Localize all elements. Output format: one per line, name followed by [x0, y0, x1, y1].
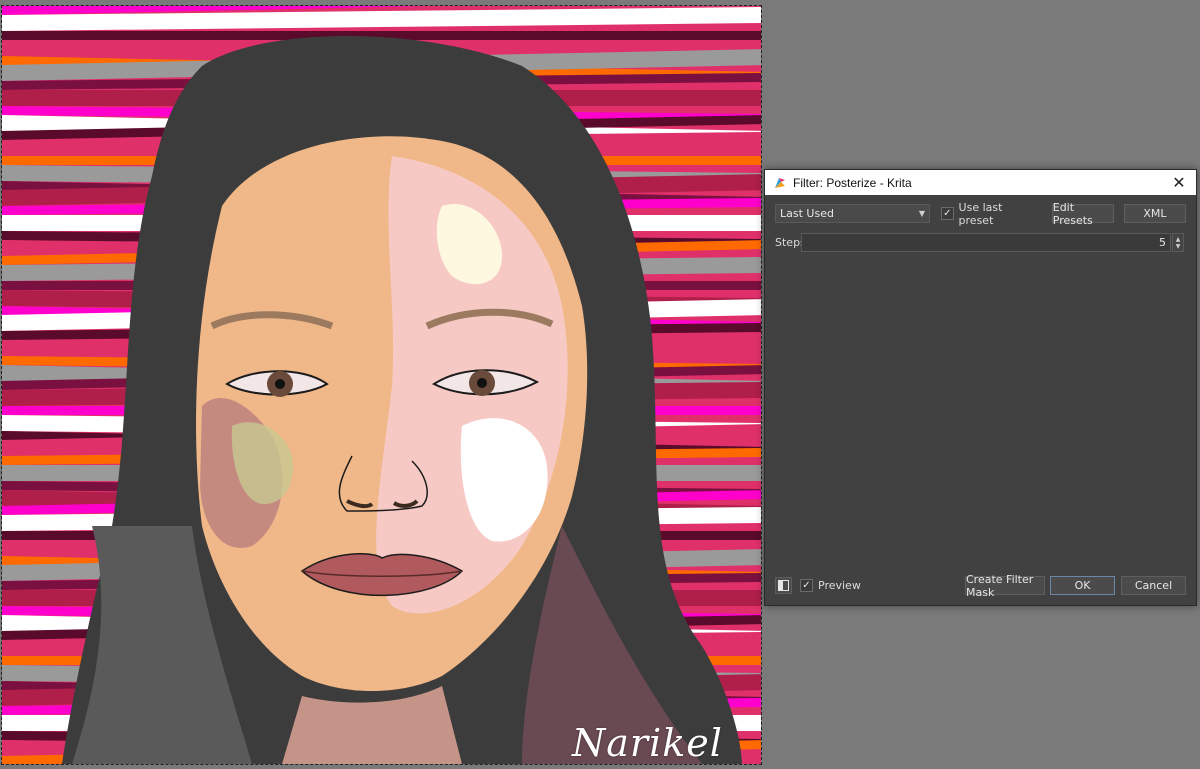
close-icon: ✕: [1172, 173, 1186, 192]
use-last-preset-label: Use last preset: [958, 200, 1003, 227]
canvas-area[interactable]: Narikel: [0, 0, 764, 769]
xml-button[interactable]: XML: [1123, 204, 1186, 223]
steps-value: 5: [1159, 236, 1166, 249]
steps-label: Steps:: [775, 236, 810, 249]
dialog-button-row: ✓ Preview Create Filter Mask OK Cancel: [775, 573, 1186, 599]
artist-signature: Narikel: [572, 721, 723, 765]
use-last-preset-checkbox[interactable]: ✓ Use last preset: [941, 201, 1037, 227]
dialog-title: Filter: Posterize - Krita: [793, 175, 912, 190]
preview-label: Preview: [818, 579, 861, 592]
preset-row: Last Used ▼ ✓ Use last preset Edit Prese…: [775, 201, 1186, 227]
preset-combobox-value: Last Used: [780, 207, 834, 220]
ok-button[interactable]: OK: [1050, 576, 1115, 595]
posterized-portrait-artwork[interactable]: [2, 6, 761, 764]
checkmark-icon: ✓: [800, 579, 813, 592]
krita-logo-icon: [775, 177, 785, 188]
toggle-panel-icon: [778, 580, 789, 591]
edit-presets-button[interactable]: Edit Presets: [1051, 201, 1114, 227]
dialog-titlebar[interactable]: Filter: Posterize - Krita ✕: [765, 170, 1196, 195]
checkmark-icon: ✓: [941, 207, 954, 220]
canvas-selection-border: Narikel: [1, 5, 762, 765]
preview-checkbox[interactable]: ✓ Preview: [800, 579, 861, 592]
steps-spinbox[interactable]: 5 ▲ ▼: [801, 233, 1184, 252]
dropdown-arrow-icon: ▼: [918, 209, 926, 218]
cancel-button[interactable]: Cancel: [1121, 576, 1186, 595]
steps-row: Steps: 5 ▲ ▼: [775, 233, 1186, 252]
toggle-panel-button[interactable]: [775, 577, 792, 594]
preset-combobox[interactable]: Last Used ▼: [775, 204, 931, 223]
create-filter-mask-button[interactable]: Create Filter Mask: [965, 573, 1045, 599]
spin-arrows-icon[interactable]: ▲ ▼: [1172, 233, 1184, 252]
posterize-filter-dialog[interactable]: Filter: Posterize - Krita ✕ Last Used ▼ …: [764, 169, 1197, 606]
close-button[interactable]: ✕: [1162, 170, 1196, 195]
